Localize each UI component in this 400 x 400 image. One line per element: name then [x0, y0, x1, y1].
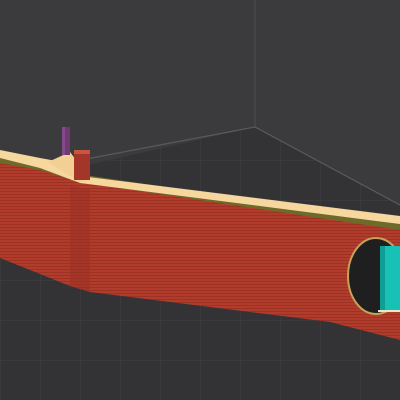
scene-canvas[interactable] [0, 0, 400, 400]
3d-print-preview-viewport[interactable] [0, 0, 400, 400]
part-post-top [74, 150, 90, 154]
part-wall-shade [70, 186, 90, 292]
seam-marker-highlight [62, 127, 65, 155]
part-post [74, 150, 90, 180]
support-structure-shade [380, 246, 385, 310]
